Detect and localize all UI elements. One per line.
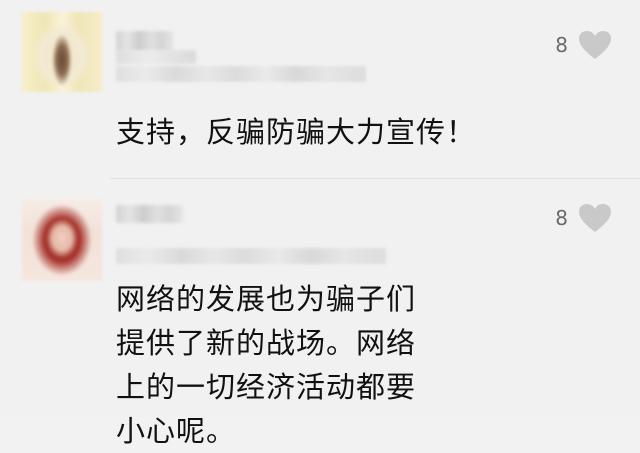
like-control[interactable]: 8: [555, 203, 612, 233]
meta-redacted: [116, 248, 386, 264]
comment-item: 8 支持，反骗防骗大力宣传！: [0, 0, 640, 180]
username-redacted: [116, 205, 184, 223]
like-count: 8: [555, 206, 568, 230]
avatar[interactable]: [22, 12, 102, 92]
meta-redacted: [116, 50, 196, 64]
meta-redacted: [116, 66, 366, 82]
comment-text: 支持，反骗防骗大力宣传！: [116, 115, 477, 149]
username-redacted: [116, 31, 174, 51]
heart-icon[interactable]: [578, 203, 612, 233]
avatar[interactable]: [22, 199, 102, 281]
divider: [110, 178, 640, 179]
like-count: 8: [555, 33, 568, 57]
like-control[interactable]: 8: [555, 30, 612, 60]
comment-text: 网络的发展也为骗子们提供了新的战场。网络上的一切经济活动都要小心呢。: [116, 282, 417, 448]
comment-list: 8 支持，反骗防骗大力宣传！ 8 网络的发展也为骗子们提供了新的战场。网络上的一…: [0, 0, 640, 448]
comment-item: 8 网络的发展也为骗子们提供了新的战场。网络上的一切经济活动都要小心呢。: [0, 181, 640, 448]
heart-icon[interactable]: [578, 30, 612, 60]
